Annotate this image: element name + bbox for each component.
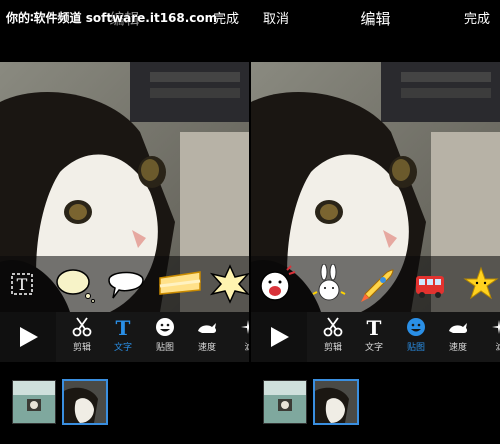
tool-filter[interactable]: 滤: [480, 316, 500, 360]
banner-label-icon[interactable]: [158, 264, 202, 304]
left-editor-screen: 你的∶软件频道 software.it168.com 编辑 完成 T 剪辑 T …: [0, 0, 249, 444]
right-editor-screen: 取消 编辑 完成 剪辑 T 文字 贴图 速度 滤: [251, 0, 500, 444]
tool-label: 剪辑: [72, 343, 91, 353]
tool-sticker[interactable]: 贴图: [396, 316, 436, 360]
text-icon: T: [367, 316, 382, 338]
edit-toolbar: 剪辑 T 文字 贴图 速度 滤: [0, 312, 249, 362]
done-button[interactable]: 完成: [464, 8, 490, 27]
filter-sparkle-icon: [241, 320, 249, 334]
tool-cut[interactable]: 剪辑: [62, 316, 102, 360]
scissors-icon: [72, 317, 92, 337]
edit-toolbar: 剪辑 T 文字 贴图 速度 滤: [251, 312, 500, 362]
play-button[interactable]: [251, 312, 307, 362]
rabbit-sticker[interactable]: [311, 263, 347, 304]
tool-label: 文字: [364, 343, 383, 353]
tool-speed[interactable]: 速度: [187, 316, 227, 360]
page-title: 编辑: [360, 10, 391, 28]
tool-label: 贴图: [155, 343, 174, 353]
clip-thumbnail-selected[interactable]: [62, 379, 108, 425]
burst-star-icon[interactable]: [209, 264, 249, 304]
text-style-row: T: [0, 256, 249, 312]
tool-sticker[interactable]: 贴图: [145, 316, 185, 360]
bus-sticker[interactable]: [413, 264, 447, 304]
svg-text:T: T: [116, 316, 131, 338]
svg-text:T: T: [367, 316, 382, 338]
tool-label: 滤: [244, 343, 249, 353]
tool-speed[interactable]: 速度: [438, 316, 478, 360]
filter-sparkle-icon: [492, 320, 500, 334]
tool-label: 滤: [495, 343, 500, 353]
clip-thumbnail[interactable]: [12, 380, 56, 424]
play-icon: [20, 327, 38, 347]
text-icon: T: [116, 316, 131, 338]
star-sticker[interactable]: [463, 264, 499, 304]
sticker-row: [251, 256, 500, 312]
tool-text[interactable]: T 文字: [103, 316, 143, 360]
tool-cut[interactable]: 剪辑: [313, 316, 353, 360]
tool-label: 速度: [448, 343, 467, 353]
shouting-face-sticker[interactable]: [257, 264, 297, 304]
tool-label: 文字: [113, 343, 132, 353]
svg-text:T: T: [17, 275, 28, 294]
text-frame-icon[interactable]: T: [10, 264, 34, 304]
rocket-sticker[interactable]: [359, 264, 397, 304]
tool-label: 速度: [197, 343, 216, 353]
tool-label: 贴图: [406, 343, 425, 353]
clip-thumbnail[interactable]: [263, 380, 307, 424]
speed-rabbit-icon: [449, 323, 468, 333]
clip-filmstrip: [251, 362, 500, 444]
play-button[interactable]: [0, 312, 56, 362]
clip-filmstrip: [0, 362, 249, 444]
tool-text[interactable]: T 文字: [354, 316, 394, 360]
oval-bubble-icon[interactable]: [55, 264, 97, 304]
play-icon: [271, 327, 289, 347]
tool-filter[interactable]: 滤: [229, 316, 249, 360]
clip-thumbnail-selected[interactable]: [313, 379, 359, 425]
speech-bubble-icon[interactable]: [105, 264, 147, 304]
sticker-smiley-icon: [407, 318, 425, 336]
scissors-icon: [323, 317, 343, 337]
sticker-smiley-icon: [156, 318, 174, 336]
speed-rabbit-icon: [198, 323, 217, 333]
tool-label: 剪辑: [323, 343, 342, 353]
top-bar: 取消 编辑 完成: [251, 0, 500, 62]
watermark: 你的∶软件频道 software.it168.com: [6, 11, 218, 25]
